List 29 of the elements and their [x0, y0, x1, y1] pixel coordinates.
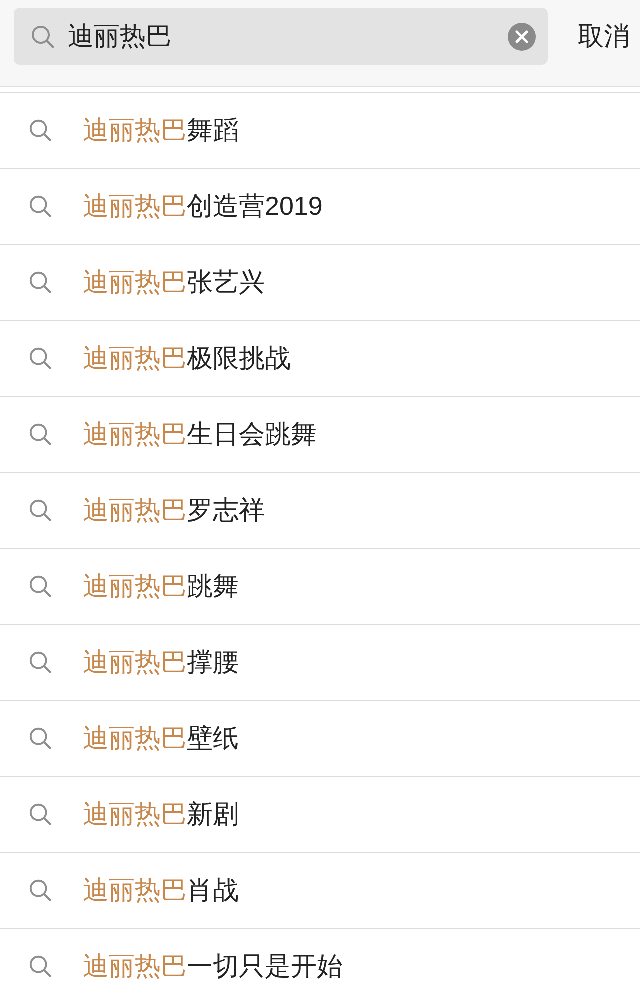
search-icon [28, 574, 53, 599]
suggestion-item[interactable]: 迪丽热巴新剧 [83, 795, 239, 834]
clear-icon[interactable] [508, 22, 536, 50]
search-icon [28, 346, 53, 371]
suggestion-item[interactable]: 迪丽热巴生日会跳舞 [83, 415, 317, 454]
search-icon [28, 650, 53, 675]
suggestion-item[interactable]: 迪丽热巴一切只是开始 [83, 947, 343, 986]
suggestion-item[interactable]: 迪丽热巴极限挑战 [83, 339, 291, 378]
search-icon [28, 954, 53, 979]
cancel-button[interactable]: 取消 [578, 8, 630, 65]
suggestion-item[interactable]: 迪丽热巴张艺兴 [83, 263, 265, 302]
search-icon [28, 422, 53, 447]
suggestion-item[interactable]: 迪丽热巴撑腰 [83, 643, 239, 682]
suggestion-item[interactable]: 迪丽热巴罗志祥 [83, 491, 265, 530]
search-icon [30, 24, 56, 50]
search-icon [28, 118, 53, 143]
search-icon [28, 194, 53, 219]
search-icon [28, 270, 53, 295]
search-icon [28, 802, 53, 827]
search-icon [28, 878, 53, 903]
suggestion-item[interactable]: 迪丽热巴跳舞 [83, 567, 239, 606]
suggestion-item[interactable]: 迪丽热巴壁纸 [83, 719, 239, 758]
search-icon [28, 498, 53, 523]
suggestion-item[interactable]: 迪丽热巴创造营2019 [83, 187, 323, 226]
search-icon [28, 726, 53, 751]
search-input[interactable]: 迪丽热巴 [68, 17, 496, 56]
search-field[interactable]: 迪丽热巴 [14, 8, 548, 65]
suggestion-item[interactable]: 迪丽热巴肖战 [83, 871, 239, 910]
suggestion-item[interactable]: 迪丽热巴舞蹈 [83, 111, 239, 150]
